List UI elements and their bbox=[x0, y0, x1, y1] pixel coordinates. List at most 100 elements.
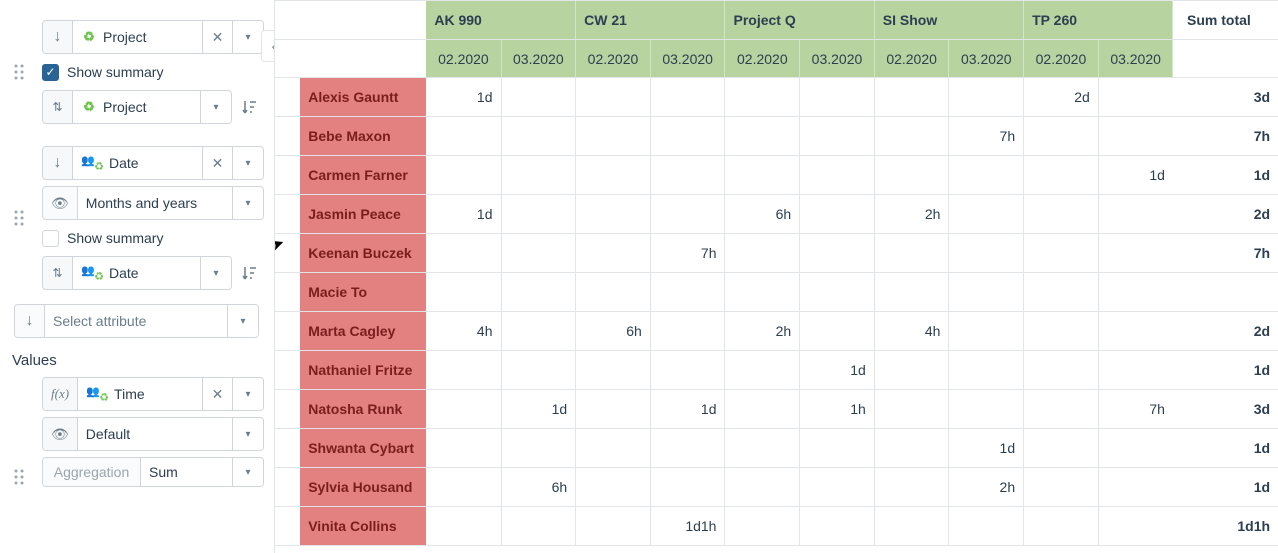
data-cell[interactable]: 2h bbox=[725, 312, 800, 351]
row-name-cell[interactable]: Shwanta Cybart bbox=[300, 429, 426, 468]
clear-field-button[interactable]: ✕ bbox=[203, 147, 233, 179]
data-cell[interactable]: 7h bbox=[949, 117, 1024, 156]
visibility-button[interactable]: 👁 bbox=[43, 187, 78, 219]
data-cell[interactable] bbox=[1024, 117, 1099, 156]
sort-field-dropdown-button[interactable]: ▾ bbox=[201, 91, 231, 123]
data-cell[interactable] bbox=[949, 78, 1024, 117]
show-summary-checkbox[interactable]: ✓ bbox=[42, 64, 59, 81]
data-cell[interactable] bbox=[725, 117, 800, 156]
data-cell[interactable]: 6h bbox=[501, 468, 576, 507]
column-group-header[interactable]: TP 260 bbox=[1024, 1, 1173, 40]
column-sub-header[interactable]: 02.2020 bbox=[426, 40, 501, 78]
data-cell[interactable]: 1d bbox=[650, 390, 725, 429]
add-attribute-button[interactable]: ↓ bbox=[15, 305, 45, 337]
data-cell[interactable] bbox=[800, 117, 875, 156]
column-sub-header[interactable]: 03.2020 bbox=[800, 40, 875, 78]
data-cell[interactable] bbox=[874, 468, 949, 507]
data-cell[interactable] bbox=[576, 390, 651, 429]
data-cell[interactable]: 4h bbox=[426, 312, 501, 351]
data-cell[interactable]: 1h bbox=[800, 390, 875, 429]
column-sub-header[interactable]: 03.2020 bbox=[949, 40, 1024, 78]
column-sub-header[interactable]: 03.2020 bbox=[1098, 40, 1173, 78]
data-cell[interactable] bbox=[1098, 429, 1173, 468]
column-sub-header[interactable]: 03.2020 bbox=[501, 40, 576, 78]
field-dropdown-button[interactable]: ▾ bbox=[233, 147, 263, 179]
column-sub-header[interactable]: 02.2020 bbox=[725, 40, 800, 78]
data-cell[interactable] bbox=[426, 117, 501, 156]
data-cell[interactable] bbox=[501, 78, 576, 117]
column-sub-header[interactable]: 02.2020 bbox=[1024, 40, 1099, 78]
data-cell[interactable] bbox=[874, 390, 949, 429]
data-cell[interactable] bbox=[1098, 351, 1173, 390]
row-name-cell[interactable]: Keenan Buczek bbox=[300, 234, 426, 273]
data-cell[interactable] bbox=[725, 273, 800, 312]
data-cell[interactable] bbox=[725, 78, 800, 117]
data-cell[interactable] bbox=[725, 507, 800, 546]
data-cell[interactable] bbox=[426, 156, 501, 195]
clear-value-button[interactable]: ✕ bbox=[203, 378, 233, 410]
column-group-header[interactable]: Project Q bbox=[725, 1, 874, 40]
data-cell[interactable] bbox=[426, 507, 501, 546]
data-cell[interactable] bbox=[1098, 312, 1173, 351]
data-cell[interactable]: 1d bbox=[800, 351, 875, 390]
data-cell[interactable]: 7h bbox=[1098, 390, 1173, 429]
data-cell[interactable] bbox=[501, 234, 576, 273]
data-cell[interactable] bbox=[1098, 234, 1173, 273]
clear-field-button[interactable]: ✕ bbox=[203, 21, 233, 53]
data-cell[interactable] bbox=[949, 351, 1024, 390]
data-cell[interactable] bbox=[949, 507, 1024, 546]
data-cell[interactable] bbox=[650, 195, 725, 234]
value-field-time[interactable]: 👥♻ Time bbox=[78, 378, 203, 410]
show-summary-checkbox[interactable] bbox=[42, 230, 59, 247]
data-cell[interactable] bbox=[949, 390, 1024, 429]
data-cell[interactable] bbox=[800, 78, 875, 117]
data-cell[interactable] bbox=[949, 234, 1024, 273]
drag-handle-icon[interactable] bbox=[14, 64, 24, 80]
collapse-direction-button[interactable]: ↓ bbox=[43, 21, 73, 53]
data-cell[interactable] bbox=[576, 429, 651, 468]
data-cell[interactable] bbox=[1098, 195, 1173, 234]
data-cell[interactable] bbox=[426, 273, 501, 312]
sort-direction-button[interactable]: ⇅ bbox=[43, 91, 73, 123]
drag-handle-icon[interactable] bbox=[14, 469, 24, 485]
sort-order-button[interactable] bbox=[236, 256, 264, 290]
data-cell[interactable] bbox=[1098, 273, 1173, 312]
sort-field-project[interactable]: ♻ Project bbox=[73, 91, 201, 123]
data-cell[interactable] bbox=[650, 468, 725, 507]
row-name-cell[interactable]: Jasmin Peace bbox=[300, 195, 426, 234]
data-cell[interactable] bbox=[725, 390, 800, 429]
drag-handle-icon[interactable] bbox=[14, 210, 24, 226]
data-cell[interactable]: 7h bbox=[650, 234, 725, 273]
data-cell[interactable] bbox=[650, 117, 725, 156]
data-cell[interactable] bbox=[1098, 78, 1173, 117]
row-name-cell[interactable]: Nathaniel Fritze bbox=[300, 351, 426, 390]
aggregation-field[interactable]: Sum bbox=[141, 458, 233, 486]
data-cell[interactable] bbox=[725, 468, 800, 507]
value-dropdown-button[interactable]: ▾ bbox=[233, 378, 263, 410]
data-cell[interactable] bbox=[650, 78, 725, 117]
data-cell[interactable]: 2h bbox=[874, 195, 949, 234]
data-cell[interactable] bbox=[1024, 429, 1099, 468]
data-cell[interactable] bbox=[501, 156, 576, 195]
value-format-field[interactable]: Default bbox=[78, 418, 233, 450]
field-dropdown-button[interactable]: ▾ bbox=[233, 21, 263, 53]
data-cell[interactable] bbox=[501, 507, 576, 546]
data-cell[interactable] bbox=[874, 273, 949, 312]
data-cell[interactable] bbox=[725, 156, 800, 195]
data-cell[interactable] bbox=[576, 156, 651, 195]
data-cell[interactable] bbox=[725, 429, 800, 468]
data-cell[interactable] bbox=[501, 195, 576, 234]
data-cell[interactable] bbox=[800, 156, 875, 195]
row-name-cell[interactable]: Sylvia Housand bbox=[300, 468, 426, 507]
data-cell[interactable] bbox=[949, 195, 1024, 234]
data-cell[interactable] bbox=[1024, 234, 1099, 273]
data-cell[interactable] bbox=[874, 78, 949, 117]
data-cell[interactable]: 1d bbox=[1098, 156, 1173, 195]
data-cell[interactable] bbox=[800, 273, 875, 312]
data-cell[interactable] bbox=[1024, 273, 1099, 312]
data-cell[interactable] bbox=[576, 507, 651, 546]
data-cell[interactable] bbox=[800, 429, 875, 468]
data-cell[interactable] bbox=[501, 312, 576, 351]
row-name-cell[interactable]: Natosha Runk bbox=[300, 390, 426, 429]
data-cell[interactable] bbox=[949, 156, 1024, 195]
